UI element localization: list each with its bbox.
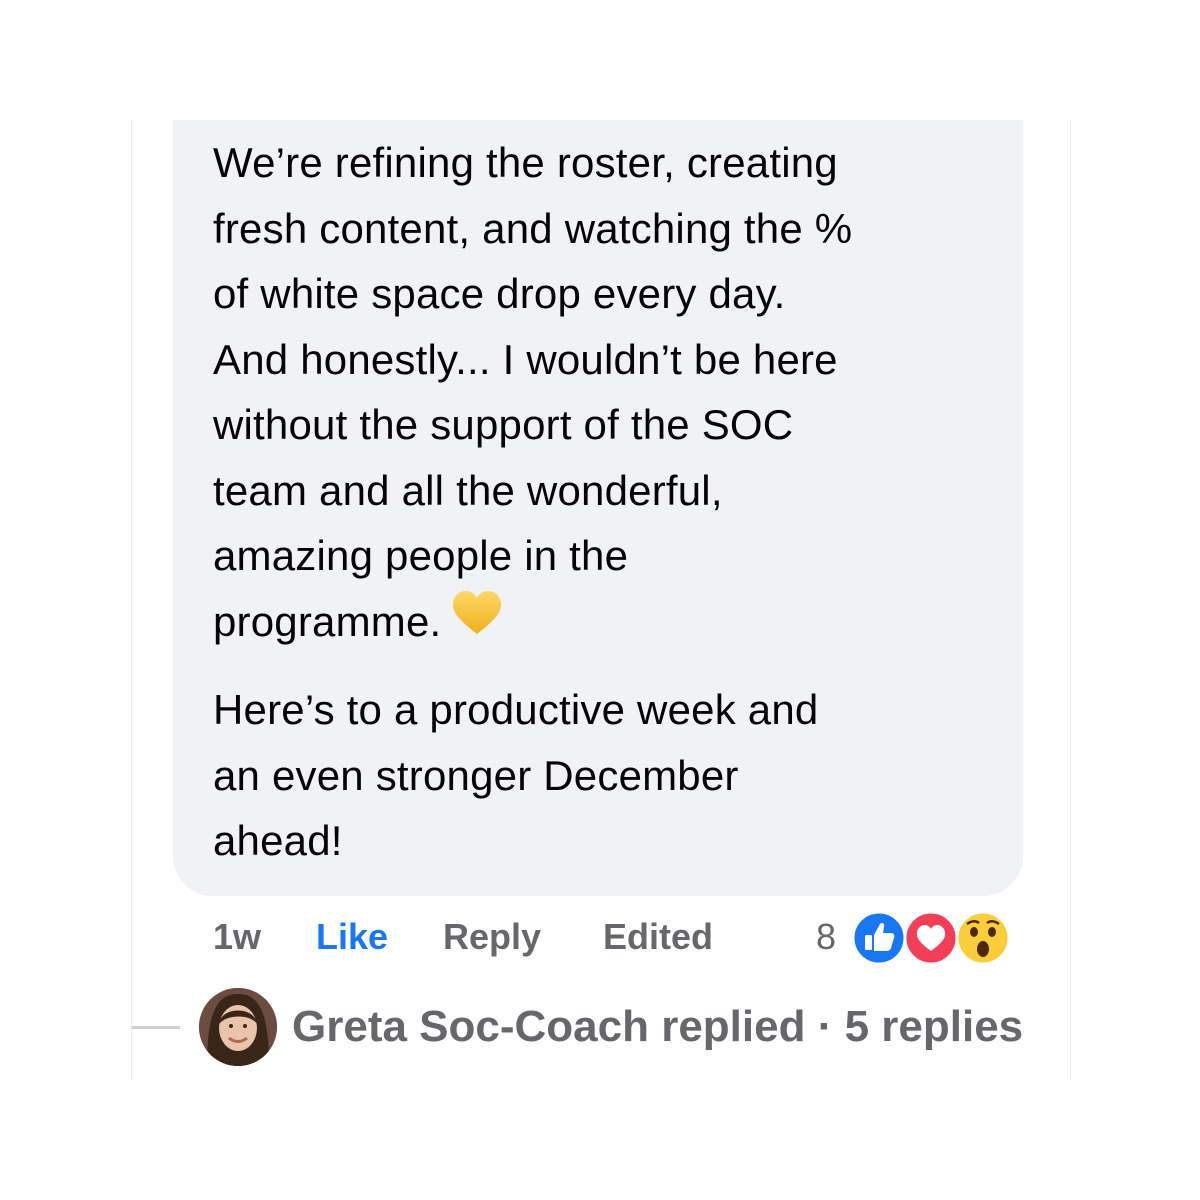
comment-line: amazing people in the [213,532,629,579]
comment-line-last: programme. [213,589,1013,655]
timestamp[interactable]: 1w [213,916,261,958]
edited-label[interactable]: Edited [603,916,713,958]
comment-line: team and all the wonderful, [213,466,723,514]
like-button[interactable]: Like [316,916,388,958]
comment-line: of white space drop every day. [213,270,786,317]
comment-panel: We’re refining the roster, creating fres… [131,120,1071,1080]
yellow-heart-icon [451,589,503,655]
comment-line-text: programme. [213,597,442,645]
replies-row[interactable]: Greta Soc-Coach replied · 5 replies [132,988,1070,1068]
comment-line: Here’s to a productive week and [213,686,819,733]
comment-actions: 1w Like Reply Edited 8 [132,910,1070,966]
comment-bubble: We’re refining the roster, creating fres… [173,120,1023,896]
avatar[interactable] [199,988,277,1066]
comment-line: We’re refining the roster, creating [213,139,838,186]
reaction-icons[interactable] [847,910,1017,966]
comment-line: fresh content, and watching the % [213,204,853,252]
replies-summary[interactable]: Greta Soc-Coach replied · 5 replies [292,1002,1023,1052]
comment-paragraph-1: We’re refining the roster, creating fres… [213,130,1013,654]
reaction-count[interactable]: 8 [816,916,836,958]
comment-line: ahead! [213,817,343,864]
comment-line: an even stronger December [213,751,739,799]
comment-line: And honestly... I wouldn’t be here [213,335,838,383]
love-reaction-icon [903,910,959,966]
wow-reaction-icon [955,910,1011,966]
reply-button[interactable]: Reply [443,916,541,958]
comment-line: without the support of the SOC [213,401,794,448]
thread-connector [132,1026,180,1029]
comment-paragraph-2: Here’s to a productive week and an even … [213,677,1013,874]
like-reaction-icon [851,910,907,966]
